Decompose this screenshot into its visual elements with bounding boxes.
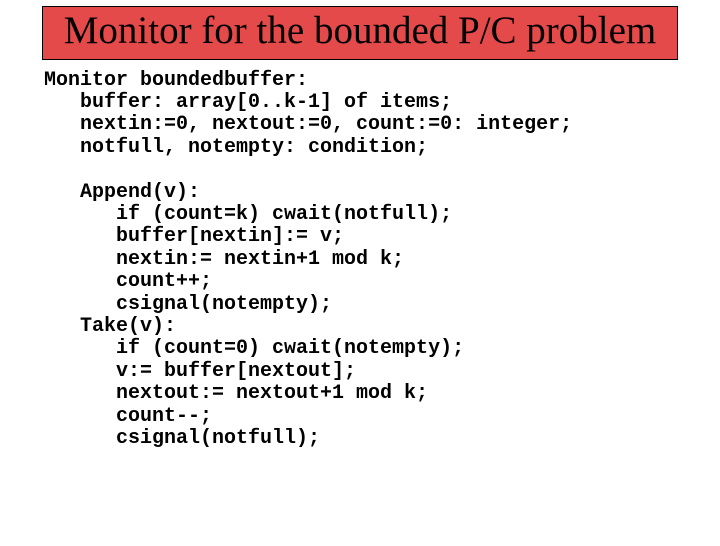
code-line: buffer[nextin]:= v; [44, 225, 344, 248]
code-line: csignal(notfull); [44, 427, 320, 450]
code-line: count++; [44, 270, 212, 293]
code-line: csignal(notempty); [44, 293, 332, 316]
code-block: Monitor boundedbuffer: buffer: array[0..… [44, 70, 720, 451]
code-line: Take(v): [44, 315, 176, 338]
code-line: nextin:= nextin+1 mod k; [44, 248, 404, 271]
code-line: if (count=0) cwait(notempty); [44, 337, 464, 360]
code-line: count--; [44, 405, 212, 428]
code-line: nextin:=0, nextout:=0, count:=0: integer… [44, 113, 572, 136]
code-line: Monitor boundedbuffer: [44, 69, 308, 92]
code-line: buffer: array[0..k-1] of items; [44, 91, 452, 114]
title-box: Monitor for the bounded P/C problem [42, 6, 678, 60]
code-line: Append(v): [44, 181, 200, 204]
code-line: nextout:= nextout+1 mod k; [44, 382, 428, 405]
code-line: notfull, notempty: condition; [44, 136, 428, 159]
slide: Monitor for the bounded P/C problem Moni… [0, 6, 720, 546]
slide-title: Monitor for the bounded P/C problem [51, 9, 669, 53]
code-line: v:= buffer[nextout]; [44, 360, 356, 383]
code-line: if (count=k) cwait(notfull); [44, 203, 452, 226]
